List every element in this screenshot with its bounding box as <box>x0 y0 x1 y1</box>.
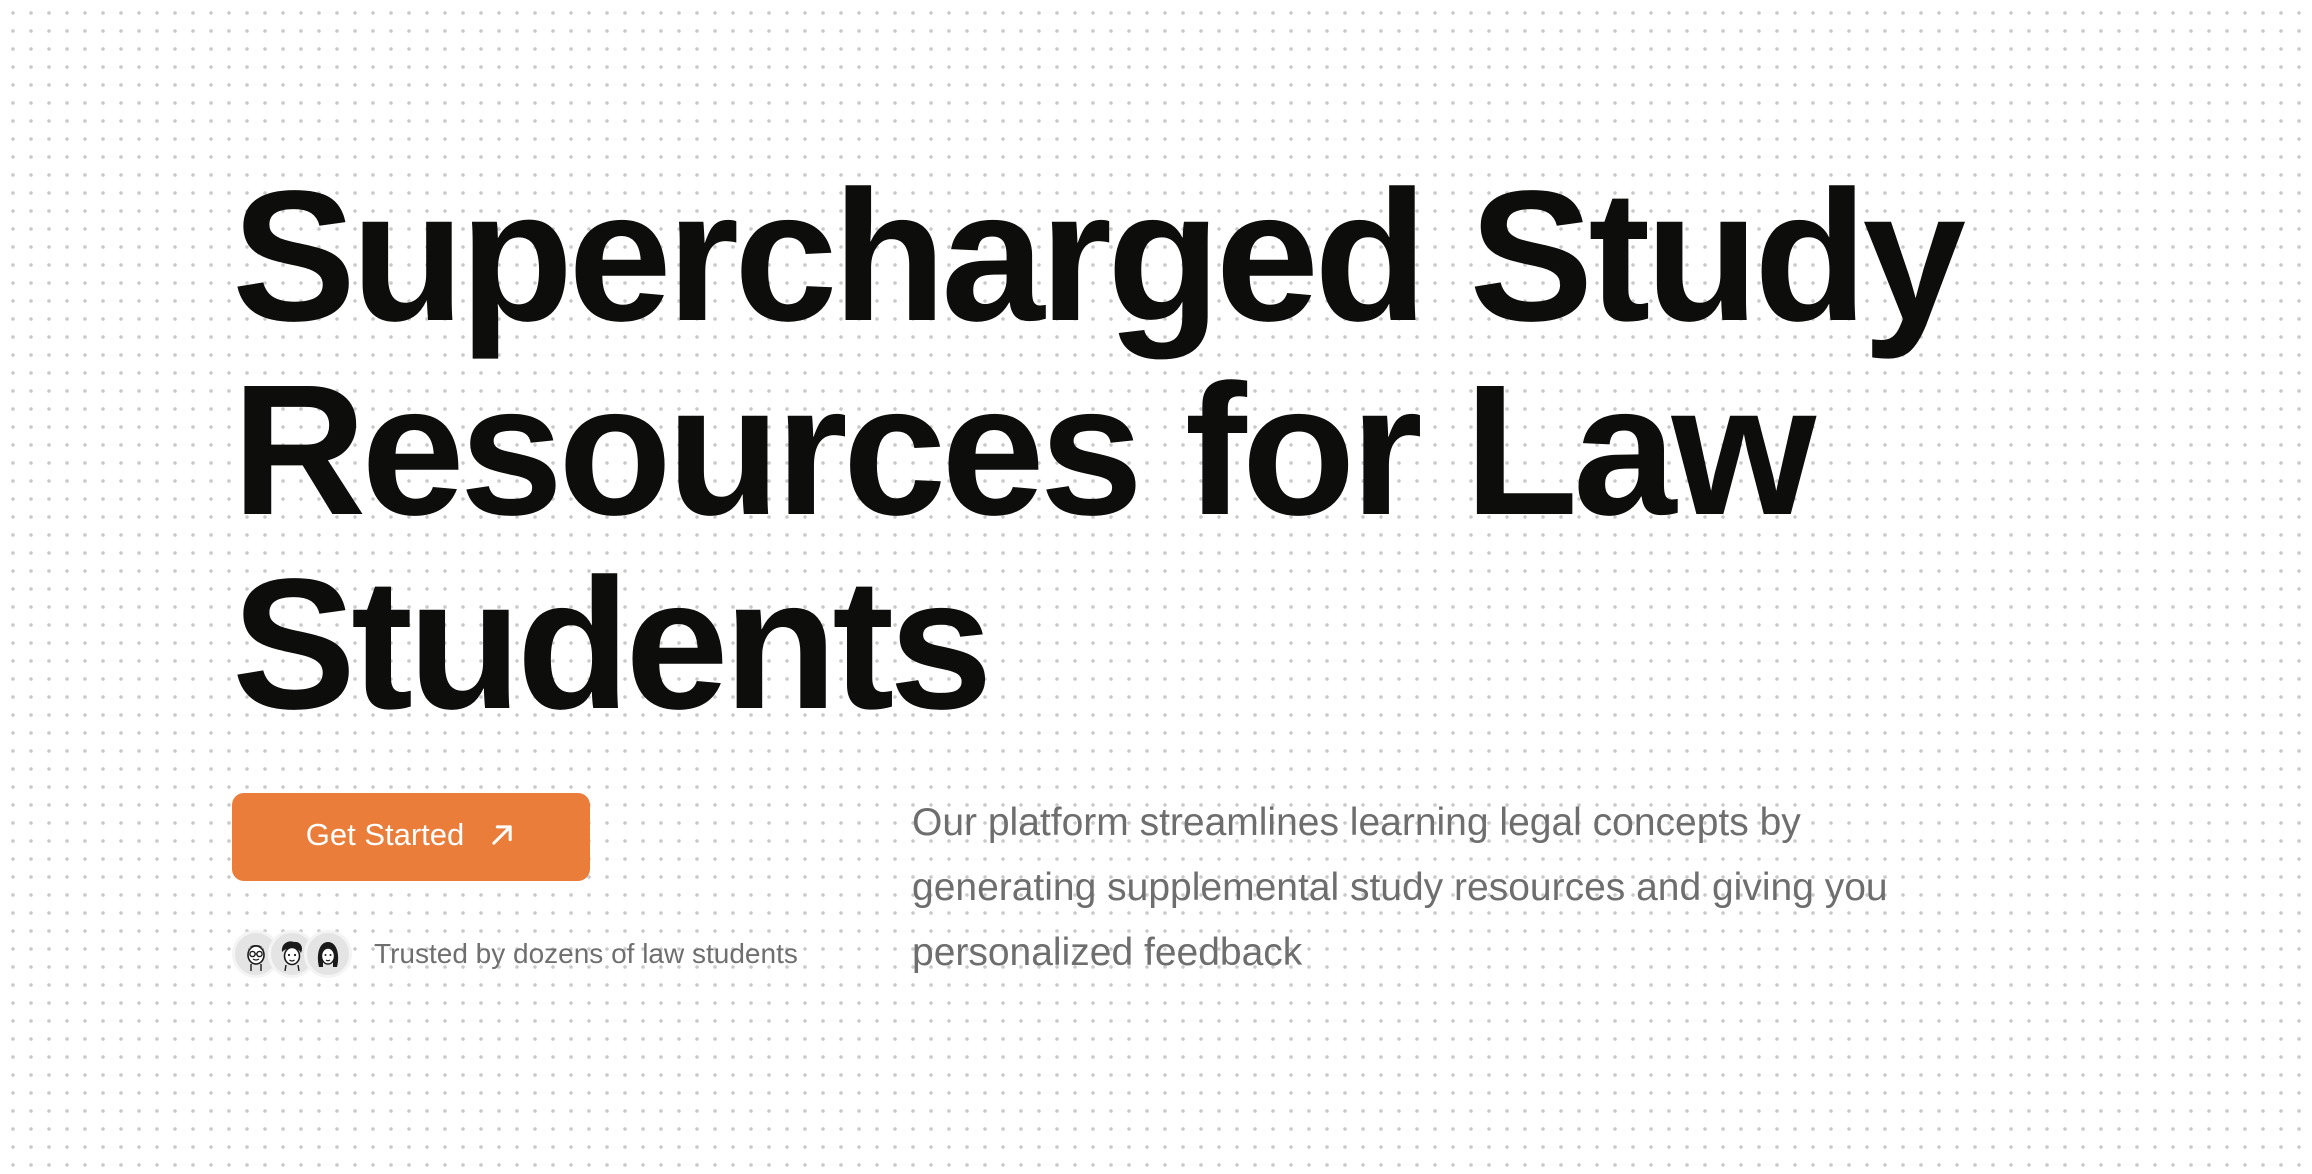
headline-line-3: Students <box>232 541 993 748</box>
hero-section: Supercharged Study Resources for Law Stu… <box>0 0 2312 1174</box>
get-started-button[interactable]: Get Started <box>232 793 590 881</box>
headline-line-1: Supercharged Study <box>232 153 1966 360</box>
avatar-long-hair-icon <box>317 942 339 967</box>
hero-headline: Supercharged Study Resources for Law Stu… <box>232 160 2132 742</box>
arrow-up-right-icon <box>492 825 512 845</box>
hero-description: Our platform streamlines learning legal … <box>912 801 1888 974</box>
avatar-group <box>232 930 352 978</box>
trust-badge: Trusted by dozens of law students <box>232 928 798 980</box>
avatar <box>304 930 352 978</box>
trust-text: Trusted by dozens of law students <box>374 938 798 969</box>
get-started-label: Get Started <box>305 817 465 852</box>
headline-line-2: Resources for Law <box>232 347 1816 554</box>
